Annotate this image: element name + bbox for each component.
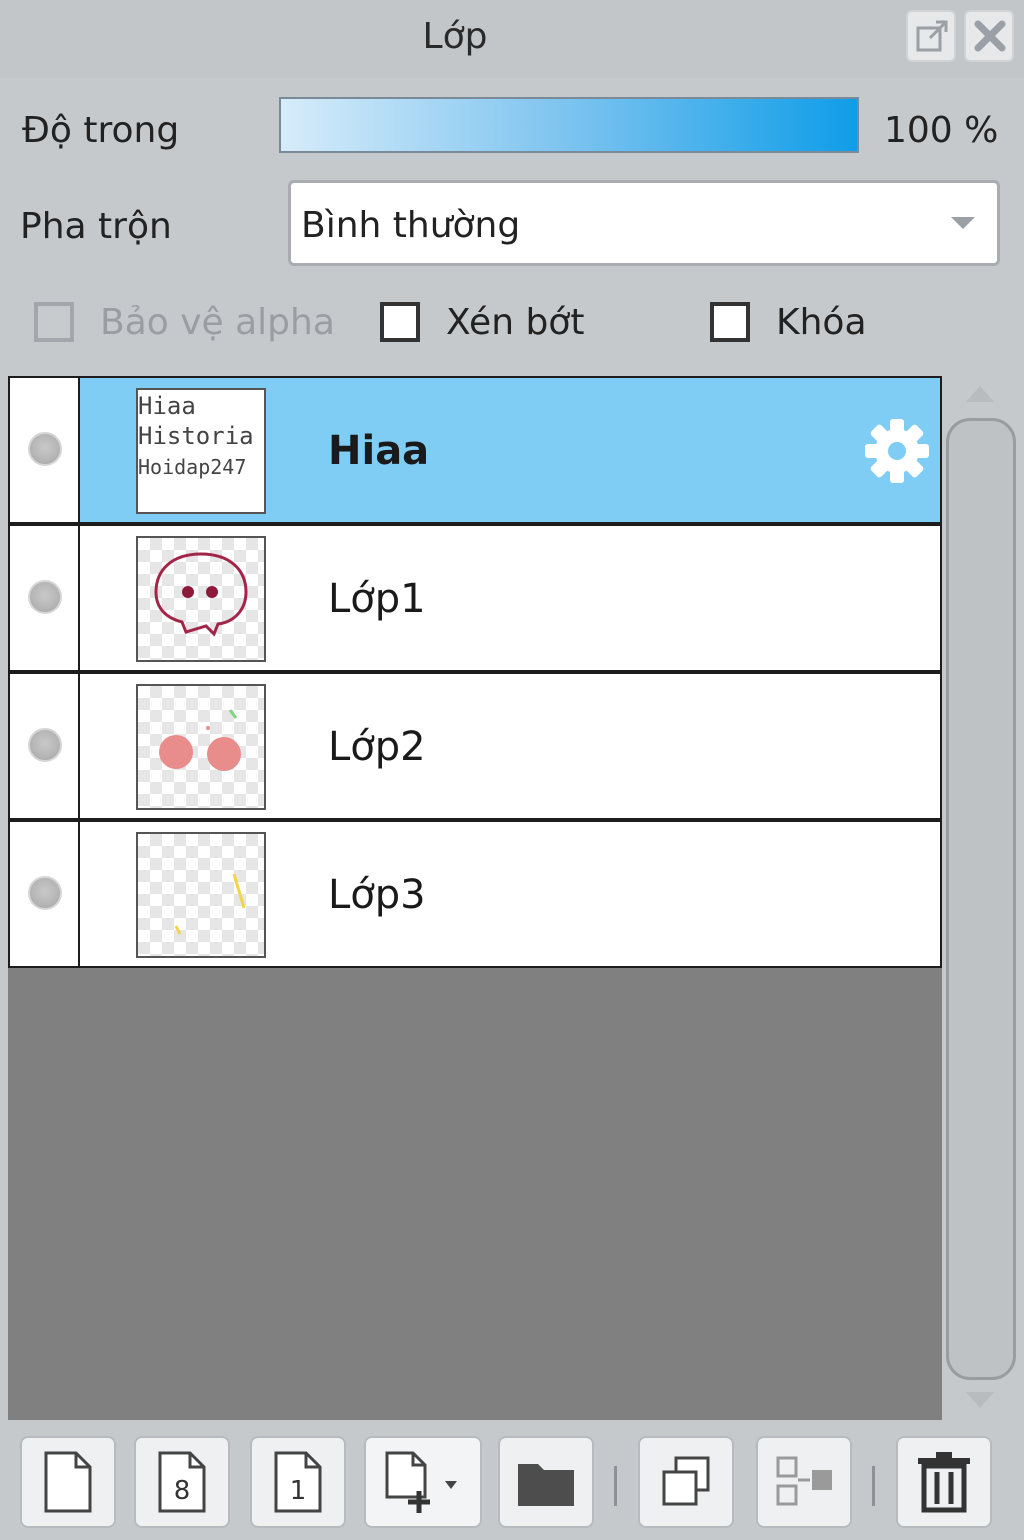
layer-thumbnail <box>136 684 266 810</box>
visibility-toggle-icon[interactable] <box>28 728 62 762</box>
layer-name: Lớp2 <box>328 724 426 770</box>
svg-text:Historia: Historia <box>138 422 254 450</box>
new-layer-button[interactable] <box>20 1436 116 1528</box>
layer-content: Lớp3 <box>80 822 940 966</box>
new-1bit-layer-button[interactable]: 1 <box>250 1436 346 1528</box>
layer-thumbnail <box>136 832 266 958</box>
protect-alpha-label: Bảo vệ alpha <box>100 302 335 343</box>
new-8bit-layer-icon: 8 <box>158 1451 206 1513</box>
blend-label: Pha trộn <box>20 206 172 247</box>
sparkle-thumbnail-image <box>174 873 246 935</box>
merge-icon <box>776 1456 832 1506</box>
popout-icon <box>916 20 948 52</box>
folder-icon <box>518 1464 574 1506</box>
clip-label: Xén bớt <box>446 302 585 343</box>
scroll-down-arrow[interactable] <box>966 1392 994 1408</box>
visibility-column <box>10 674 80 818</box>
layer-name: Lớp1 <box>328 576 426 622</box>
layer-content: Hiaa Historia Hoidap247 Hiaa <box>80 378 940 522</box>
lock-label: Khóa <box>776 302 867 343</box>
svg-text:Hiaa: Hiaa <box>138 392 196 420</box>
chevron-down-icon <box>951 217 975 229</box>
svg-text:8: 8 <box>174 1476 191 1506</box>
close-panel-button[interactable] <box>964 10 1014 62</box>
layer-content: Lớp1 <box>80 526 940 670</box>
blend-mode-select[interactable]: Bình thường <box>288 180 1000 266</box>
layer-name: Lớp3 <box>328 872 426 918</box>
layer-row[interactable]: Lớp3 <box>8 820 942 968</box>
lock-box <box>710 302 750 342</box>
text-thumbnail-image: Hiaa Historia Hoidap247 <box>138 392 254 479</box>
layer-thumbnail <box>136 536 266 662</box>
layer-content: Lớp2 <box>80 674 940 818</box>
visibility-column <box>10 822 80 966</box>
layer-list: Hiaa Historia Hoidap247 Hiaa Lớp1 Lớp2 L… <box>8 376 942 1420</box>
visibility-column <box>10 526 80 670</box>
gear-icon[interactable] <box>862 416 932 486</box>
layer-thumbnail: Hiaa Historia Hoidap247 <box>136 388 266 514</box>
face-thumbnail-image <box>154 552 248 637</box>
add-layer-dropdown-icon <box>385 1451 457 1513</box>
layer-row[interactable]: Lớp1 <box>8 524 942 672</box>
blush-thumbnail-image <box>159 709 241 771</box>
visibility-column <box>10 378 80 522</box>
duplicate-layer-button[interactable] <box>638 1436 734 1528</box>
trash-icon <box>918 1452 970 1513</box>
layer-row[interactable]: Lớp2 <box>8 672 942 820</box>
clip-box <box>380 302 420 342</box>
add-layer-dropdown-button[interactable] <box>364 1436 482 1528</box>
panel-title: Lớp <box>422 16 488 57</box>
svg-text:1: 1 <box>290 1476 307 1506</box>
blend-mode-value: Bình thường <box>301 205 521 246</box>
delete-layer-button[interactable] <box>896 1436 992 1528</box>
svg-text:Hoidap247: Hoidap247 <box>138 455 246 479</box>
detach-panel-button[interactable] <box>906 10 956 62</box>
panel-titlebar: Lớp <box>0 0 1024 78</box>
new-folder-button[interactable] <box>498 1436 594 1528</box>
visibility-toggle-icon[interactable] <box>28 432 62 466</box>
toolbar-separator <box>614 1466 617 1506</box>
scroll-up-arrow[interactable] <box>966 386 994 402</box>
new-8bit-layer-button[interactable]: 8 <box>134 1436 230 1528</box>
new-layer-icon <box>44 1451 92 1513</box>
toolbar-separator <box>872 1466 875 1506</box>
layer-scrollbar[interactable] <box>946 418 1016 1380</box>
visibility-toggle-icon[interactable] <box>28 580 62 614</box>
visibility-toggle-icon[interactable] <box>28 876 62 910</box>
opacity-value: 100 % <box>884 110 999 151</box>
layer-name: Hiaa <box>328 428 430 474</box>
opacity-slider[interactable] <box>279 97 859 153</box>
new-1bit-layer-icon: 1 <box>274 1451 322 1513</box>
opacity-label: Độ trong <box>22 110 180 151</box>
merge-layer-button[interactable] <box>756 1436 852 1528</box>
layer-row[interactable]: Hiaa Historia Hoidap247 Hiaa <box>8 376 942 524</box>
protect-alpha-box <box>34 302 74 342</box>
duplicate-icon <box>662 1456 710 1506</box>
layer-toolbar: 8 1 <box>8 1420 1024 1540</box>
close-icon <box>974 20 1006 52</box>
